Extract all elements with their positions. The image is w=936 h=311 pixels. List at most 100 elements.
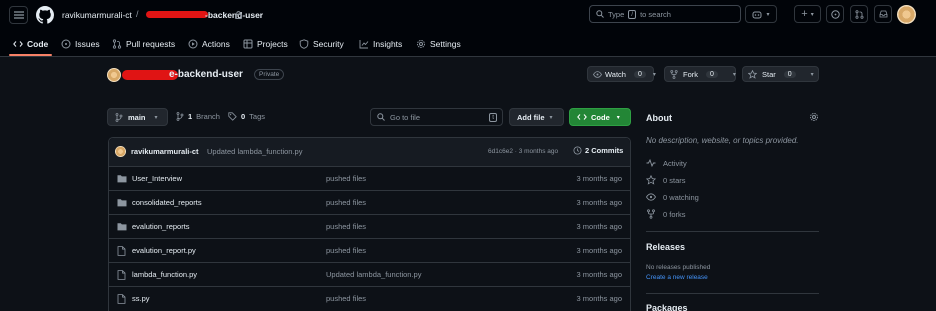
file-row[interactable]: ss.py pushed files 3 months ago [108, 286, 631, 310]
file-name[interactable]: evalution_reports [132, 222, 190, 231]
file-row[interactable]: consolidated_reports pushed files 3 mont… [108, 190, 631, 214]
pull-requests-button[interactable] [850, 5, 868, 23]
chevron-down-icon: ▾ [549, 114, 553, 121]
branches-count: 1 [188, 112, 193, 121]
lock-icon [234, 10, 242, 19]
forks-link[interactable]: 0 forks [646, 209, 686, 219]
file-date: 3 months ago [576, 222, 622, 231]
file-name[interactable]: lambda_function.py [132, 270, 197, 279]
fork-label: Fork [683, 69, 698, 79]
gear-icon[interactable] [809, 112, 819, 122]
tags-link[interactable]: 0 Tags [228, 112, 265, 121]
repo-title[interactable]: e-backend-user [169, 69, 243, 80]
tags-count: 0 [241, 112, 246, 121]
tab-settings-label: Settings [430, 38, 461, 49]
activity-link[interactable]: Activity [646, 158, 687, 168]
watch-button[interactable]: Watch 0 ▾ [587, 66, 656, 82]
file-commit-message[interactable]: pushed files [326, 294, 366, 303]
file-commit-message[interactable]: Updated lambda_function.py [326, 270, 421, 279]
github-logo-icon[interactable] [36, 6, 54, 24]
file-name[interactable]: consolidated_reports [132, 198, 202, 207]
watch-label: Watch [605, 69, 626, 79]
file-row[interactable]: User_Interview pushed files 3 months ago [108, 166, 631, 190]
stars-link[interactable]: 0 stars [646, 175, 686, 185]
create-new-button[interactable]: + ▾ [794, 5, 821, 23]
sidebar-divider [646, 231, 819, 232]
eye-icon [593, 70, 602, 78]
fork-icon [646, 209, 656, 219]
file-commit-message[interactable]: pushed files [326, 246, 366, 255]
user-avatar[interactable] [897, 5, 916, 24]
packages-heading[interactable]: Packages [646, 303, 688, 311]
commit-author[interactable]: ravikumarmurali-ct [131, 147, 199, 156]
play-icon [188, 39, 198, 49]
redaction-mark [146, 11, 208, 18]
table-icon [243, 39, 253, 49]
star-icon [646, 175, 656, 185]
commits-link[interactable]: 2 Commits [573, 146, 623, 155]
tab-issues[interactable]: Issues [61, 31, 100, 56]
copilot-icon [752, 10, 762, 19]
file-name[interactable]: User_Interview [132, 174, 182, 183]
file-row[interactable]: evalution_reports pushed files 3 months … [108, 214, 631, 238]
history-icon [573, 146, 582, 155]
go-to-file-input[interactable]: Go to file t [370, 108, 503, 126]
inbox-button[interactable] [874, 5, 892, 23]
tab-actions-label: Actions [202, 38, 230, 49]
file-icon [117, 246, 127, 256]
branches-link[interactable]: 1 Branch [176, 112, 220, 121]
tab-projects[interactable]: Projects [243, 31, 288, 56]
watching-label: 0 watching [663, 192, 699, 202]
star-button[interactable]: Star 0 ▾ [742, 66, 819, 82]
watching-link[interactable]: 0 watching [646, 192, 699, 202]
tab-insights[interactable]: Insights [359, 31, 402, 56]
eye-icon [646, 192, 656, 202]
repo-owner-link[interactable]: ravikumarmurali-ct [62, 10, 132, 20]
graph-icon [359, 39, 369, 49]
file-commit-message[interactable]: pushed files [326, 222, 366, 231]
visibility-badge: Private [254, 69, 285, 80]
folder-icon [117, 174, 127, 184]
file-row[interactable]: evalution_report.py pushed files 3 month… [108, 238, 631, 262]
file-name[interactable]: evalution_report.py [132, 246, 196, 255]
tab-code[interactable]: Code [13, 31, 48, 56]
chevron-down-icon: ▾ [732, 71, 736, 78]
code-button[interactable]: Code ▾ [569, 108, 631, 126]
forks-label: 0 forks [663, 209, 686, 219]
search-shortcut-key: / [628, 9, 637, 19]
commit-meta[interactable]: 6d1c6e2 · 3 months ago [488, 148, 558, 155]
tab-pull-requests[interactable]: Pull requests [112, 31, 175, 56]
create-release-link[interactable]: Create a new release [646, 274, 708, 281]
tags-label: Tags [249, 112, 266, 121]
branch-selector[interactable]: main ▾ [107, 108, 168, 126]
global-search-input[interactable]: Type / to search [589, 5, 741, 23]
tab-insights-label: Insights [373, 38, 403, 49]
tab-code-label: Code [27, 38, 49, 49]
tab-settings[interactable]: Settings [416, 31, 461, 56]
tab-security[interactable]: Security [299, 31, 344, 56]
releases-heading[interactable]: Releases [646, 242, 685, 252]
file-row[interactable]: lambda_function.py Updated lambda_functi… [108, 262, 631, 286]
file-commit-message[interactable]: pushed files [326, 198, 366, 207]
code-icon [577, 113, 587, 121]
owner-avatar [107, 68, 121, 82]
folder-icon [117, 198, 127, 208]
fork-button[interactable]: Fork 0 ▾ [664, 66, 736, 82]
file-commit-message[interactable]: pushed files [326, 174, 366, 183]
file-date: 3 months ago [576, 198, 622, 207]
gear-icon [416, 39, 426, 49]
file-date: 3 months ago [576, 294, 622, 303]
menu-button[interactable] [9, 6, 28, 24]
commit-message[interactable]: Updated lambda_function.py [207, 147, 302, 156]
add-file-button[interactable]: Add file ▾ [509, 108, 564, 126]
copilot-button[interactable]: ▾ [745, 5, 777, 23]
issue-icon [61, 39, 71, 49]
sidebar-divider [646, 293, 819, 294]
stars-label: 0 stars [663, 175, 686, 185]
issues-button[interactable] [826, 5, 844, 23]
commits-count: 2 Commits [585, 146, 624, 155]
pull-request-icon [854, 9, 864, 19]
file-name[interactable]: ss.py [132, 294, 150, 303]
pulse-icon [646, 158, 656, 168]
tab-actions[interactable]: Actions [188, 31, 230, 56]
